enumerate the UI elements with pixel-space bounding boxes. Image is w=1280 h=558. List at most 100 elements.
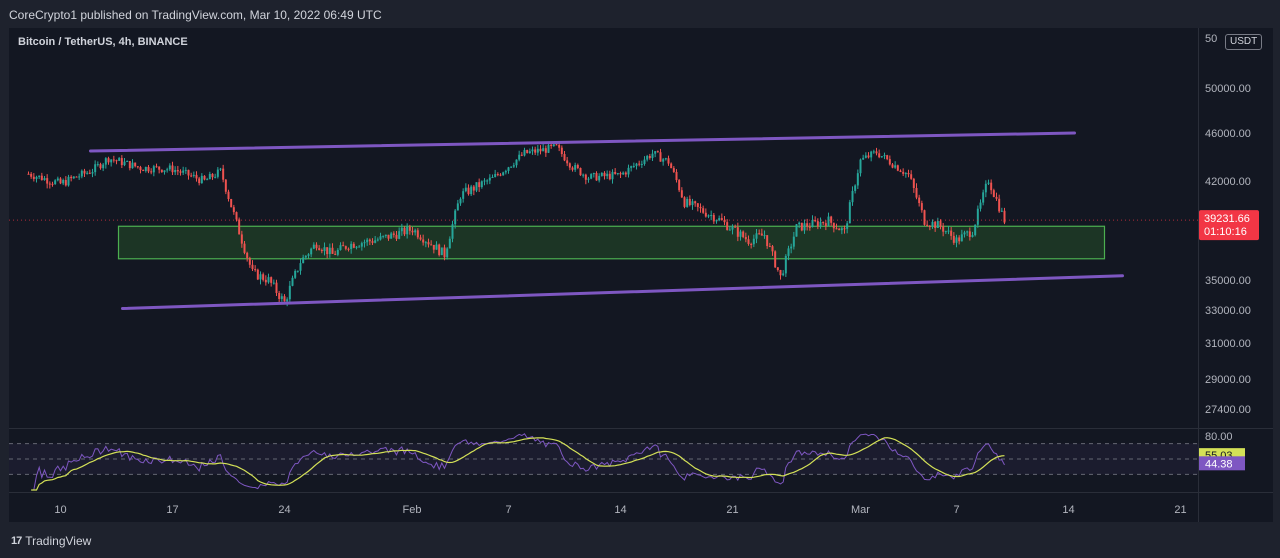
candle-body — [592, 173, 595, 175]
candle-body — [872, 151, 875, 153]
candle-body — [691, 201, 694, 206]
candle-body — [475, 182, 478, 191]
candle-body — [768, 246, 771, 248]
candle-body — [40, 175, 43, 181]
candle-body — [539, 148, 542, 152]
candle-body — [632, 165, 635, 167]
candle-body — [584, 174, 587, 180]
candle-body — [968, 231, 971, 237]
candle-body — [30, 173, 33, 177]
candle-body — [56, 178, 59, 181]
candle-body — [46, 178, 49, 184]
candle-body — [328, 247, 331, 255]
candle-body — [291, 277, 294, 286]
candle-body — [246, 252, 249, 258]
candle-body — [96, 164, 99, 166]
candle-body — [54, 180, 57, 185]
candle-body — [443, 247, 446, 258]
candle-body — [470, 186, 473, 195]
candle-body — [35, 176, 38, 179]
candle-body — [776, 267, 779, 271]
candle-body — [211, 173, 214, 178]
candle-body — [542, 148, 545, 152]
candle-body — [267, 277, 270, 283]
candle-body — [174, 170, 177, 173]
candle-body — [998, 198, 1001, 212]
candle-body — [662, 159, 665, 162]
candle-body — [590, 174, 593, 179]
candle-body — [395, 234, 398, 239]
candle-body — [248, 257, 251, 265]
candle-body — [534, 149, 537, 153]
candle-body — [390, 233, 393, 239]
candle-body — [846, 223, 849, 229]
candle-body — [982, 192, 985, 203]
candle-body — [587, 178, 590, 180]
candle-body — [672, 168, 675, 172]
candle-body — [120, 158, 123, 166]
candle-body — [270, 277, 273, 283]
candle-body — [688, 198, 691, 206]
candle-body — [400, 227, 403, 232]
chart-canvas[interactable]: 50000.00 46000.00 42000.00 35000.00 33000.00… — [9, 28, 1273, 522]
candle-body — [526, 149, 529, 154]
candle-body — [630, 166, 633, 168]
candle-body — [64, 180, 67, 186]
candle-body — [856, 173, 859, 186]
time-tick-label: Mar — [851, 504, 870, 516]
candle-body — [707, 215, 710, 217]
candle-body — [318, 248, 321, 251]
candle-body — [990, 182, 993, 191]
candle-body — [875, 151, 878, 154]
candle-body — [350, 243, 353, 250]
candle-body — [760, 233, 763, 236]
time-tick-label: 14 — [1062, 504, 1074, 516]
candle-body — [179, 171, 182, 173]
candle-body — [427, 242, 430, 245]
candle-body — [187, 169, 190, 176]
candle-body — [27, 173, 30, 175]
candle-body — [710, 215, 713, 217]
candle-body — [488, 177, 491, 181]
candle-body — [683, 197, 686, 207]
candle-body — [200, 175, 203, 184]
symbol-label[interactable]: Bitcoin / TetherUS, 4h, BINANCE — [18, 36, 188, 48]
candle-body — [347, 248, 350, 250]
candle-body — [448, 238, 451, 249]
candle-body — [518, 154, 521, 160]
candle-body — [694, 201, 697, 204]
candle-body — [464, 187, 467, 192]
candle-body — [528, 151, 531, 154]
tradingview-logo[interactable]: 17 TradingView — [11, 534, 91, 548]
candle-body — [190, 175, 193, 177]
candle-body — [744, 237, 747, 240]
candle-body — [936, 221, 939, 229]
candle-body — [851, 190, 854, 203]
candle-body — [696, 203, 699, 207]
candle-body — [568, 163, 571, 168]
candle-body — [163, 170, 166, 173]
candle-body — [728, 229, 731, 231]
candle-body — [742, 231, 745, 238]
candle-body — [502, 172, 505, 176]
candle-body — [91, 172, 94, 174]
candle-body — [656, 151, 659, 153]
candle-body — [1003, 210, 1006, 223]
candle-body — [619, 173, 622, 175]
candle-body — [550, 144, 553, 146]
candle-body — [507, 167, 510, 171]
candle-body — [654, 151, 657, 154]
candle-body — [822, 221, 825, 224]
candle-body — [912, 178, 915, 189]
candle-body — [331, 247, 334, 254]
candle-body — [414, 230, 417, 233]
candle-body — [240, 234, 243, 244]
chart-area[interactable]: 50000.00 46000.00 42000.00 35000.00 33000.00… — [9, 28, 1273, 522]
candle-body — [758, 233, 761, 235]
candle-body — [104, 158, 107, 165]
candle-body — [616, 173, 619, 175]
candle-body — [379, 236, 382, 240]
currency-button[interactable]: USDT — [1225, 34, 1263, 50]
candle-body — [342, 245, 345, 247]
candle-body — [344, 246, 347, 249]
